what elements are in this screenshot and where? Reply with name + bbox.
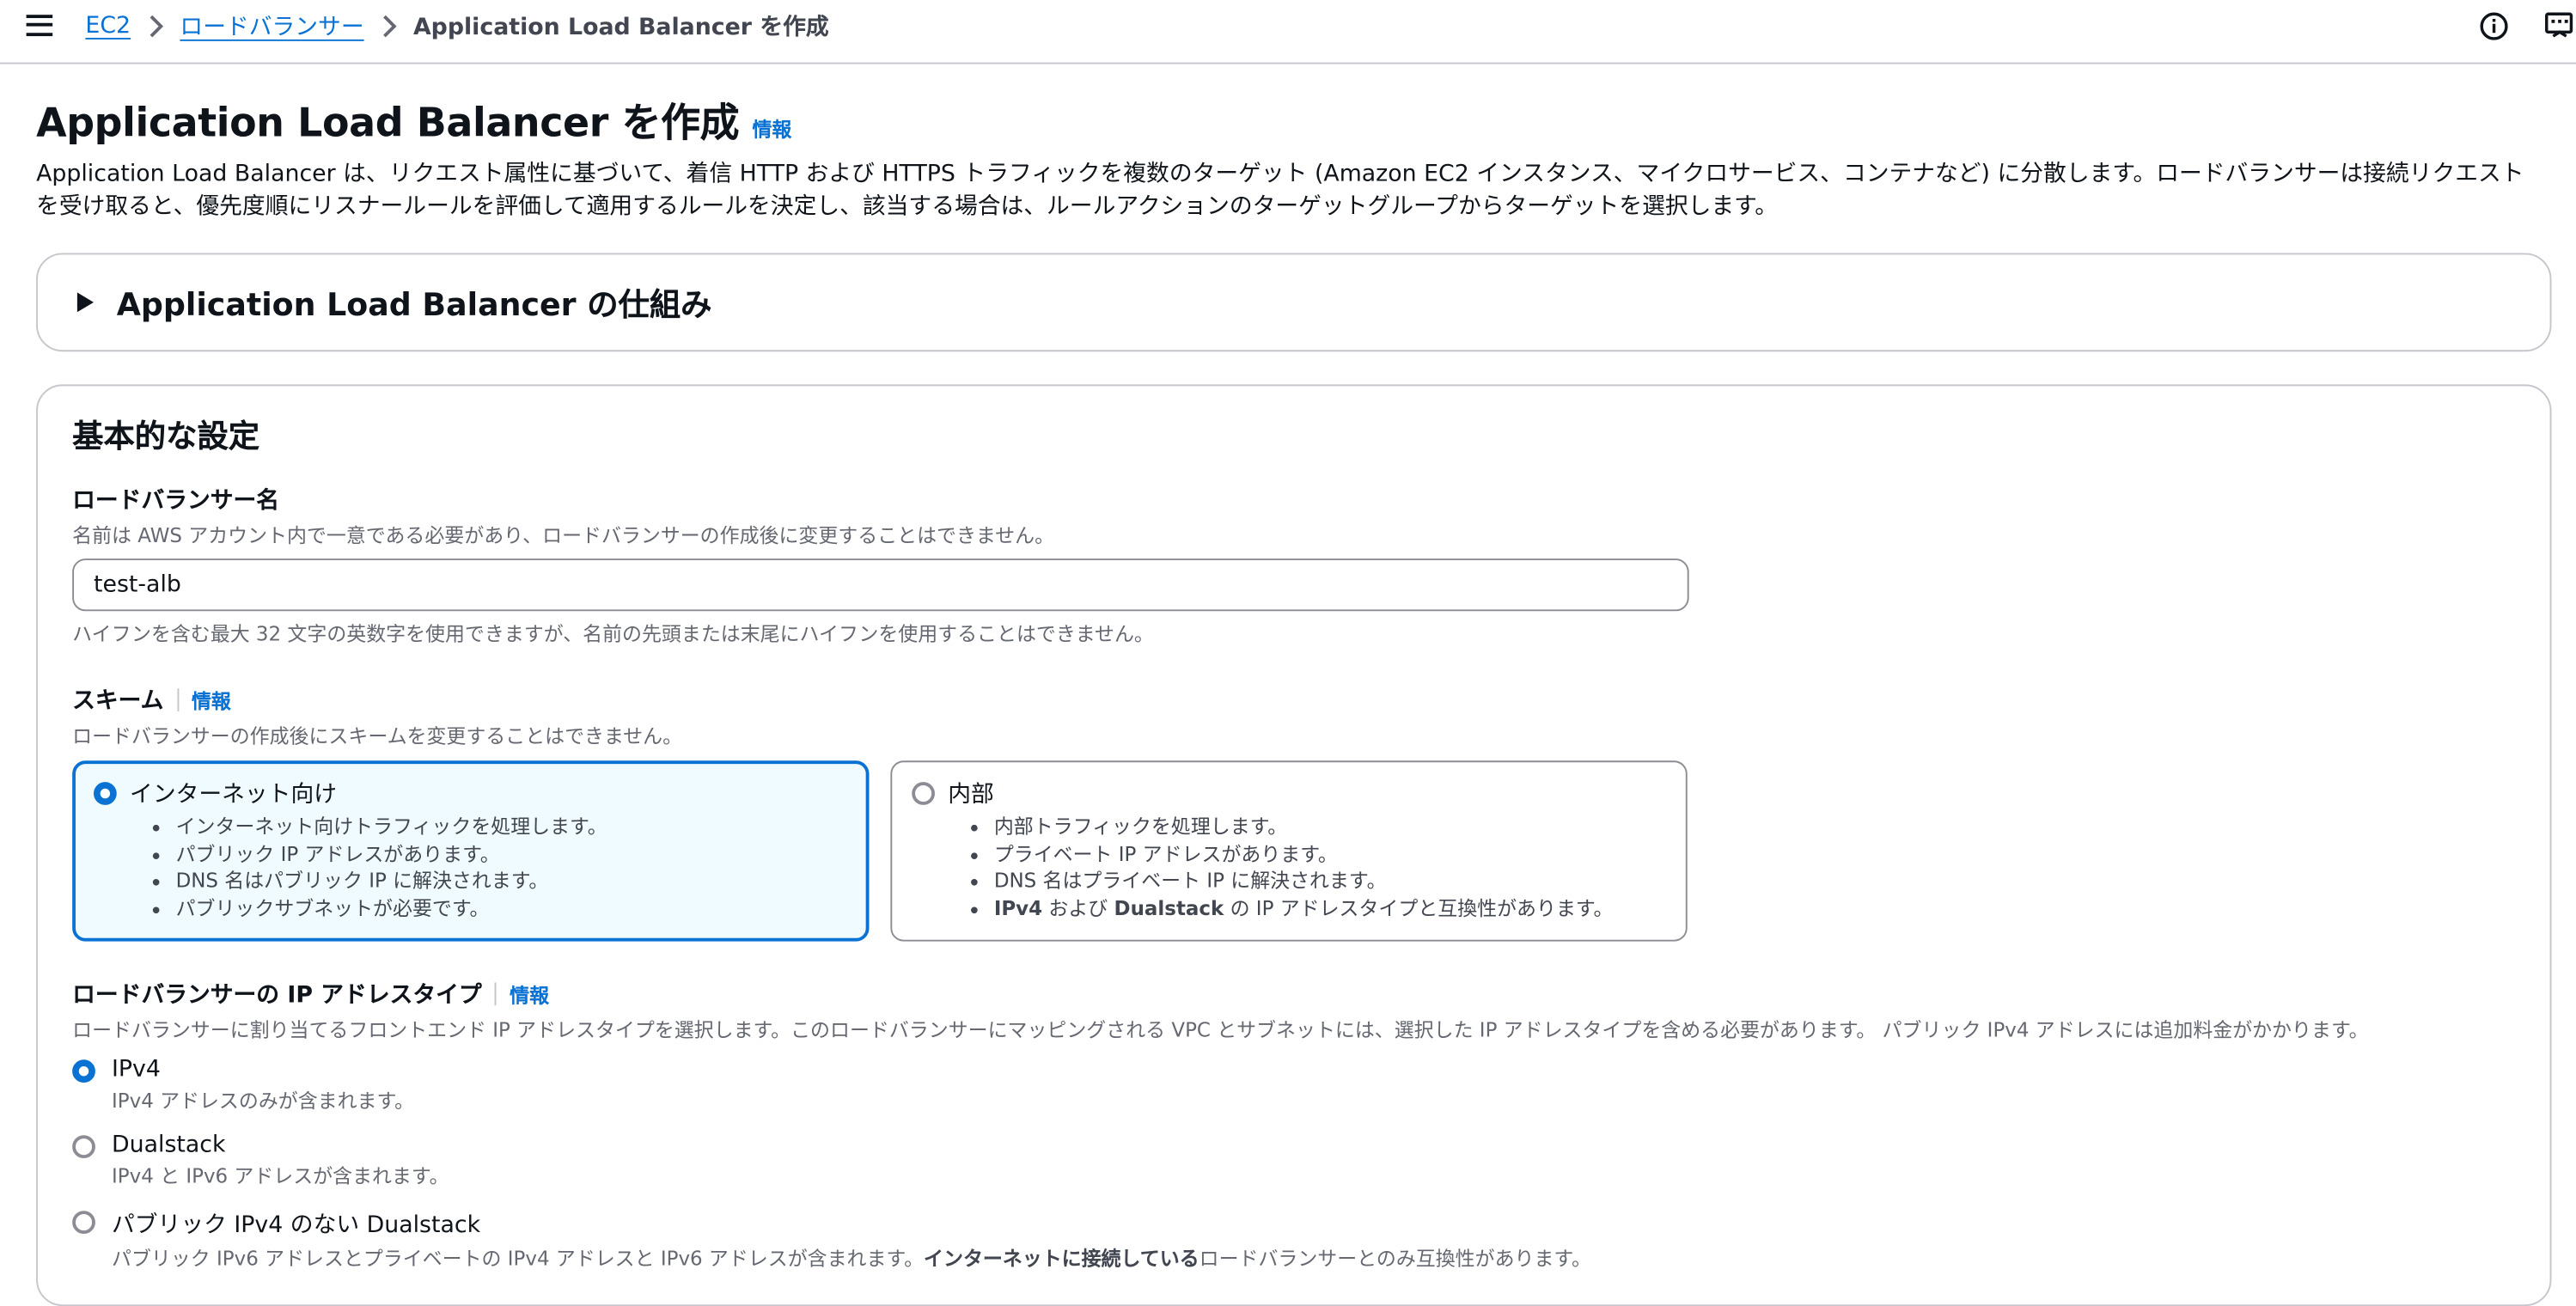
ip-type-option-dualstack-no-public-ipv4[interactable]: パブリック IPv4 のない Dualstack パブリック IPv6 アドレス… bbox=[72, 1207, 2515, 1272]
caret-right-icon bbox=[76, 292, 94, 313]
list-item: パブリック IP アドレスがあります。 bbox=[176, 840, 848, 868]
scheme-internet-facing-label: インターネット向け bbox=[130, 782, 337, 809]
scheme-description: ロードバランサーの作成後にスキームを変更することはできません。 bbox=[72, 724, 683, 748]
list-item: パブリックサブネットが必要です。 bbox=[176, 894, 848, 922]
list-item: 内部トラフィックを処理します。 bbox=[994, 813, 1666, 840]
dualstack-strong: Dualstack bbox=[1114, 896, 1224, 919]
radio-selected-icon[interactable] bbox=[72, 1059, 95, 1083]
desc-text: パブリック IPv6 アドレスとプライベートの IPv4 アドレスと IPv6 … bbox=[112, 1247, 925, 1271]
radio-selected-icon[interactable] bbox=[93, 782, 117, 805]
divider bbox=[494, 982, 497, 1006]
internet-facing-strong: インターネットに接続している bbox=[924, 1247, 1199, 1271]
ip-type-option-dualstack[interactable]: Dualstack IPv4 と IPv6 アドレスが含まれます。 bbox=[72, 1132, 2515, 1189]
chevron-right-icon bbox=[147, 15, 163, 38]
ip-type-ipv4-label: IPv4 bbox=[112, 1056, 161, 1083]
main-content: Application Load Balancer を作成 情報 Applica… bbox=[0, 90, 2576, 1306]
page-description: Application Load Balancer は、リクエスト属性に基づいて… bbox=[36, 161, 2524, 221]
breadcrumb: EC2 ロードバランサー Application Load Balancer を… bbox=[85, 9, 828, 42]
lb-name-description: 名前は AWS アカウント内で一意である必要があり、ロードバランサーの作成後に変… bbox=[72, 523, 1055, 547]
feedback-icon[interactable] bbox=[2543, 9, 2576, 42]
scheme-internet-facing-card[interactable]: インターネット向け インターネット向けトラフィックを処理します。 パブリック I… bbox=[72, 760, 870, 942]
ip-type-option-ipv4[interactable]: IPv4 IPv4 アドレスのみが含まれます。 bbox=[72, 1056, 2515, 1114]
breadcrumb-ec2[interactable]: EC2 bbox=[85, 13, 131, 40]
list-item: DNS 名はプライベート IP に解決されます。 bbox=[994, 868, 1666, 895]
scheme-internal-label: 内部 bbox=[948, 782, 994, 809]
page-header: Application Load Balancer を作成 情報 bbox=[36, 90, 2551, 148]
lb-name-constraint: ハイフンを含む最大 32 文字の英数字を使用できますが、名前の先頭または末尾にハ… bbox=[72, 622, 1154, 646]
basic-config-panel: 基本的な設定 ロードバランサー名 名前は AWS アカウント内で一意である必要が… bbox=[36, 384, 2552, 1306]
menu-icon[interactable] bbox=[26, 14, 53, 36]
page-root: EC2 ロードバランサー Application Load Balancer を… bbox=[0, 0, 2576, 1306]
list-item: インターネット向けトラフィックを処理します。 bbox=[176, 813, 848, 840]
scheme-internal-card[interactable]: 内部 内部トラフィックを処理します。 プライベート IP アドレスがあります。 … bbox=[890, 760, 1688, 942]
ip-type-ipv4-desc: IPv4 アドレスのみが含まれます。 bbox=[112, 1089, 415, 1113]
list-item: プライベート IP アドレスがあります。 bbox=[994, 840, 1666, 868]
ip-type-dualstack-no-ipv4-desc: パブリック IPv6 アドレスとプライベートの IPv4 アドレスと IPv6 … bbox=[112, 1243, 1591, 1272]
ip-type-dualstack-label: Dualstack bbox=[112, 1132, 226, 1159]
how-it-works-panel: Application Load Balancer の仕組み bbox=[36, 253, 2552, 352]
scheme-internet-facing-head: インターネット向け bbox=[93, 777, 848, 809]
ipv4-strong: IPv4 bbox=[993, 896, 1043, 919]
scheme-internet-facing-bullets: インターネット向けトラフィックを処理します。 パブリック IP アドレスがありま… bbox=[94, 813, 848, 921]
ip-type-dualstack-no-ipv4-label: パブリック IPv4 のない Dualstack bbox=[112, 1212, 481, 1239]
ip-type-description: ロードバランサーに割り当てるフロントエンド IP アドレスタイプを選択します。こ… bbox=[72, 1018, 2369, 1042]
compat-text: の IP アドレスタイプと互換性があります。 bbox=[1224, 896, 1614, 919]
scheme-info-link[interactable]: 情報 bbox=[192, 686, 231, 714]
scheme-internal-bullets: 内部トラフィックを処理します。 プライベート IP アドレスがあります。 DNS… bbox=[912, 813, 1666, 921]
radio-unselected-icon[interactable] bbox=[912, 782, 935, 805]
scheme-internal-head: 内部 bbox=[912, 777, 1666, 809]
scheme-label: スキーム bbox=[72, 688, 164, 715]
ip-type-options: IPv4 IPv4 アドレスのみが含まれます。 Dualstack IPv4 と… bbox=[72, 1056, 2515, 1271]
ip-type-info-link[interactable]: 情報 bbox=[510, 980, 549, 1009]
page-info-link[interactable]: 情報 bbox=[752, 115, 791, 143]
breadcrumb-current: Application Load Balancer を作成 bbox=[412, 15, 829, 41]
scheme-label-row: スキーム 情報 bbox=[72, 683, 2515, 716]
info-circle-icon[interactable] bbox=[2477, 9, 2510, 42]
page-title: Application Load Balancer を作成 bbox=[36, 100, 740, 147]
chevron-right-icon bbox=[381, 15, 397, 38]
radio-unselected-icon[interactable] bbox=[72, 1211, 95, 1234]
how-it-works-title: Application Load Balancer の仕組み bbox=[116, 286, 712, 323]
lb-name-label: ロードバランサー名 bbox=[72, 487, 280, 515]
top-icons bbox=[2477, 9, 2576, 42]
lb-name-input[interactable]: test-alb bbox=[72, 558, 1689, 612]
top-navigation: EC2 ロードバランサー Application Load Balancer を… bbox=[0, 0, 2576, 64]
and-text: および bbox=[1042, 896, 1114, 919]
list-item: DNS 名はパブリック IP に解決されます。 bbox=[176, 868, 848, 895]
how-it-works-expander[interactable]: Application Load Balancer の仕組み bbox=[38, 254, 2550, 350]
ip-type-dualstack-desc: IPv4 と IPv6 アドレスが含まれます。 bbox=[112, 1164, 449, 1188]
breadcrumb-load-balancers[interactable]: ロードバランサー bbox=[180, 9, 363, 42]
radio-unselected-icon[interactable] bbox=[72, 1135, 95, 1159]
desc-text: ロードバランサーとのみ互換性があります。 bbox=[1199, 1247, 1592, 1271]
divider bbox=[176, 688, 179, 711]
list-item: IPv4 および Dualstack の IP アドレスタイプと互換性があります… bbox=[994, 894, 1666, 922]
ip-type-label-row: ロードバランサーの IP アドレスタイプ 情報 bbox=[72, 978, 2515, 1010]
basic-config-title: 基本的な設定 bbox=[72, 418, 260, 455]
scheme-options: インターネット向け インターネット向けトラフィックを処理します。 パブリック I… bbox=[72, 760, 2515, 942]
ip-type-label: ロードバランサーの IP アドレスタイプ bbox=[72, 982, 482, 1010]
